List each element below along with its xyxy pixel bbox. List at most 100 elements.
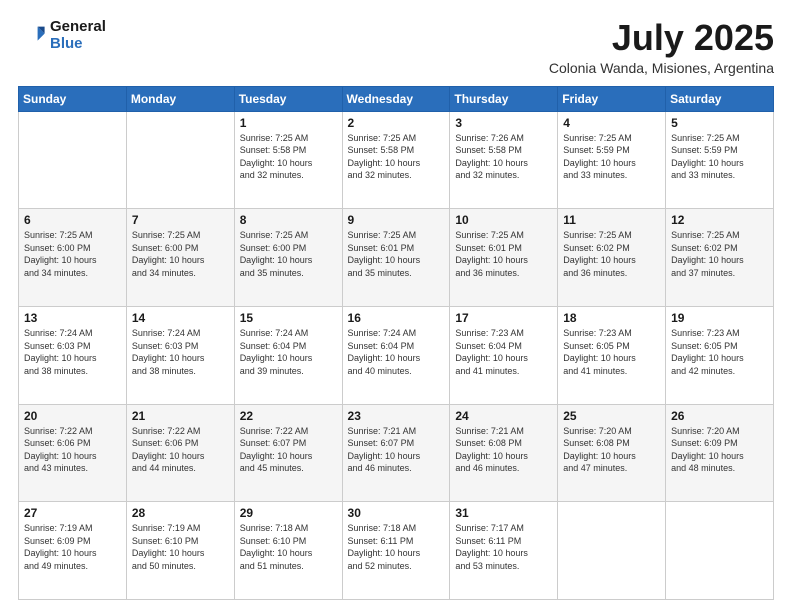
- col-wednesday: Wednesday: [342, 86, 450, 111]
- calendar-cell: [19, 111, 127, 209]
- logo-icon: [18, 21, 46, 49]
- day-info: Sunrise: 7:17 AM Sunset: 6:11 PM Dayligh…: [455, 522, 552, 572]
- day-info: Sunrise: 7:25 AM Sunset: 5:59 PM Dayligh…: [563, 132, 660, 182]
- col-friday: Friday: [558, 86, 666, 111]
- calendar-cell: 12 Sunrise: 7:25 AM Sunset: 6:02 PM Dayli…: [666, 209, 774, 307]
- calendar-cell: 23Sunrise: 7:21 AM Sunset: 6:07 PM Dayli…: [342, 404, 450, 502]
- calendar-cell: 29Sunrise: 7:18 AM Sunset: 6:10 PM Dayli…: [234, 502, 342, 600]
- day-number: 1: [240, 116, 337, 130]
- calendar-table: Sunday Monday Tuesday Wednesday Thursday…: [18, 86, 774, 600]
- calendar-cell: 4 Sunrise: 7:25 AM Sunset: 5:59 PM Daylig…: [558, 111, 666, 209]
- day-number: 9: [348, 213, 445, 227]
- col-sunday: Sunday: [19, 86, 127, 111]
- day-info: Sunrise: 7:25 AM Sunset: 5:58 PM Dayligh…: [240, 132, 337, 182]
- calendar-cell: 9Sunrise: 7:25 AM Sunset: 6:01 PM Daylig…: [342, 209, 450, 307]
- calendar-cell: 28 Sunrise: 7:19 AM Sunset: 6:10 PM Dayli…: [126, 502, 234, 600]
- main-title: July 2025: [549, 18, 774, 58]
- day-info: Sunrise: 7:25 AM Sunset: 6:01 PM Dayligh…: [455, 229, 552, 279]
- calendar-cell: 5 Sunrise: 7:25 AM Sunset: 5:59 PM Daylig…: [666, 111, 774, 209]
- calendar-cell: 20 Sunrise: 7:22 AM Sunset: 6:06 PM Dayli…: [19, 404, 127, 502]
- day-info: Sunrise: 7:25 AM Sunset: 6:00 PM Dayligh…: [240, 229, 337, 279]
- col-saturday: Saturday: [666, 86, 774, 111]
- day-number: 31: [455, 506, 552, 520]
- day-number: 5: [671, 116, 768, 130]
- day-number: 2: [348, 116, 445, 130]
- day-info: Sunrise: 7:25 AM Sunset: 6:00 PM Dayligh…: [132, 229, 229, 279]
- calendar-cell: 6 Sunrise: 7:25 AM Sunset: 6:00 PM Daylig…: [19, 209, 127, 307]
- day-number: 20: [24, 409, 121, 423]
- col-thursday: Thursday: [450, 86, 558, 111]
- calendar-cell: 26Sunrise: 7:20 AM Sunset: 6:09 PM Dayli…: [666, 404, 774, 502]
- day-number: 26: [671, 409, 768, 423]
- day-number: 7: [132, 213, 229, 227]
- day-info: Sunrise: 7:24 AM Sunset: 6:04 PM Dayligh…: [348, 327, 445, 377]
- day-number: 4: [563, 116, 660, 130]
- calendar-cell: [126, 111, 234, 209]
- calendar-cell: 13 Sunrise: 7:24 AM Sunset: 6:03 PM Dayli…: [19, 306, 127, 404]
- calendar-cell: [666, 502, 774, 600]
- day-info: Sunrise: 7:19 AM Sunset: 6:10 PM Dayligh…: [132, 522, 229, 572]
- calendar-cell: 2 Sunrise: 7:25 AM Sunset: 5:58 PM Daylig…: [342, 111, 450, 209]
- day-info: Sunrise: 7:22 AM Sunset: 6:07 PM Dayligh…: [240, 425, 337, 475]
- col-tuesday: Tuesday: [234, 86, 342, 111]
- day-info: Sunrise: 7:24 AM Sunset: 6:04 PM Dayligh…: [240, 327, 337, 377]
- day-info: Sunrise: 7:19 AM Sunset: 6:09 PM Dayligh…: [24, 522, 121, 572]
- day-number: 6: [24, 213, 121, 227]
- day-info: Sunrise: 7:21 AM Sunset: 6:08 PM Dayligh…: [455, 425, 552, 475]
- day-info: Sunrise: 7:23 AM Sunset: 6:04 PM Dayligh…: [455, 327, 552, 377]
- calendar-cell: 25 Sunrise: 7:20 AM Sunset: 6:08 PM Dayli…: [558, 404, 666, 502]
- page: General Blue July 2025 Colonia Wanda, Mi…: [0, 0, 792, 612]
- title-block: July 2025 Colonia Wanda, Misiones, Argen…: [549, 18, 774, 76]
- day-number: 27: [24, 506, 121, 520]
- day-info: Sunrise: 7:18 AM Sunset: 6:11 PM Dayligh…: [348, 522, 445, 572]
- calendar-cell: 19 Sunrise: 7:23 AM Sunset: 6:05 PM Dayli…: [666, 306, 774, 404]
- day-number: 12: [671, 213, 768, 227]
- day-info: Sunrise: 7:26 AM Sunset: 5:58 PM Dayligh…: [455, 132, 552, 182]
- calendar-cell: 14Sunrise: 7:24 AM Sunset: 6:03 PM Dayli…: [126, 306, 234, 404]
- day-number: 21: [132, 409, 229, 423]
- calendar-cell: 24 Sunrise: 7:21 AM Sunset: 6:08 PM Dayli…: [450, 404, 558, 502]
- day-info: Sunrise: 7:23 AM Sunset: 6:05 PM Dayligh…: [671, 327, 768, 377]
- day-info: Sunrise: 7:24 AM Sunset: 6:03 PM Dayligh…: [24, 327, 121, 377]
- day-info: Sunrise: 7:22 AM Sunset: 6:06 PM Dayligh…: [132, 425, 229, 475]
- day-info: Sunrise: 7:20 AM Sunset: 6:08 PM Dayligh…: [563, 425, 660, 475]
- day-number: 17: [455, 311, 552, 325]
- header: General Blue July 2025 Colonia Wanda, Mi…: [18, 18, 774, 76]
- day-number: 22: [240, 409, 337, 423]
- day-info: Sunrise: 7:21 AM Sunset: 6:07 PM Dayligh…: [348, 425, 445, 475]
- day-number: 30: [348, 506, 445, 520]
- calendar-cell: 21 Sunrise: 7:22 AM Sunset: 6:06 PM Dayli…: [126, 404, 234, 502]
- calendar-cell: 1 Sunrise: 7:25 AM Sunset: 5:58 PM Daylig…: [234, 111, 342, 209]
- calendar-cell: 30 Sunrise: 7:18 AM Sunset: 6:11 PM Dayli…: [342, 502, 450, 600]
- calendar-cell: [558, 502, 666, 600]
- logo: General Blue: [18, 18, 106, 52]
- day-number: 28: [132, 506, 229, 520]
- day-number: 16: [348, 311, 445, 325]
- calendar-cell: 16 Sunrise: 7:24 AM Sunset: 6:04 PM Dayli…: [342, 306, 450, 404]
- day-number: 24: [455, 409, 552, 423]
- calendar-cell: 17 Sunrise: 7:23 AM Sunset: 6:04 PM Dayli…: [450, 306, 558, 404]
- day-info: Sunrise: 7:22 AM Sunset: 6:06 PM Dayligh…: [24, 425, 121, 475]
- day-number: 11: [563, 213, 660, 227]
- calendar-cell: 15Sunrise: 7:24 AM Sunset: 6:04 PM Dayli…: [234, 306, 342, 404]
- day-number: 8: [240, 213, 337, 227]
- calendar-cell: 8 Sunrise: 7:25 AM Sunset: 6:00 PM Daylig…: [234, 209, 342, 307]
- day-number: 25: [563, 409, 660, 423]
- day-info: Sunrise: 7:25 AM Sunset: 5:58 PM Dayligh…: [348, 132, 445, 182]
- col-monday: Monday: [126, 86, 234, 111]
- day-number: 18: [563, 311, 660, 325]
- calendar-cell: 3Sunrise: 7:26 AM Sunset: 5:58 PM Daylig…: [450, 111, 558, 209]
- day-info: Sunrise: 7:25 AM Sunset: 6:00 PM Dayligh…: [24, 229, 121, 279]
- day-number: 19: [671, 311, 768, 325]
- subtitle: Colonia Wanda, Misiones, Argentina: [549, 60, 774, 76]
- calendar-cell: 22 Sunrise: 7:22 AM Sunset: 6:07 PM Dayli…: [234, 404, 342, 502]
- day-info: Sunrise: 7:23 AM Sunset: 6:05 PM Dayligh…: [563, 327, 660, 377]
- day-number: 29: [240, 506, 337, 520]
- day-info: Sunrise: 7:25 AM Sunset: 5:59 PM Dayligh…: [671, 132, 768, 182]
- calendar-cell: 10Sunrise: 7:25 AM Sunset: 6:01 PM Dayli…: [450, 209, 558, 307]
- calendar-cell: 11Sunrise: 7:25 AM Sunset: 6:02 PM Dayli…: [558, 209, 666, 307]
- day-number: 14: [132, 311, 229, 325]
- day-info: Sunrise: 7:25 AM Sunset: 6:02 PM Dayligh…: [671, 229, 768, 279]
- calendar-header-row: Sunday Monday Tuesday Wednesday Thursday…: [19, 86, 774, 111]
- day-number: 13: [24, 311, 121, 325]
